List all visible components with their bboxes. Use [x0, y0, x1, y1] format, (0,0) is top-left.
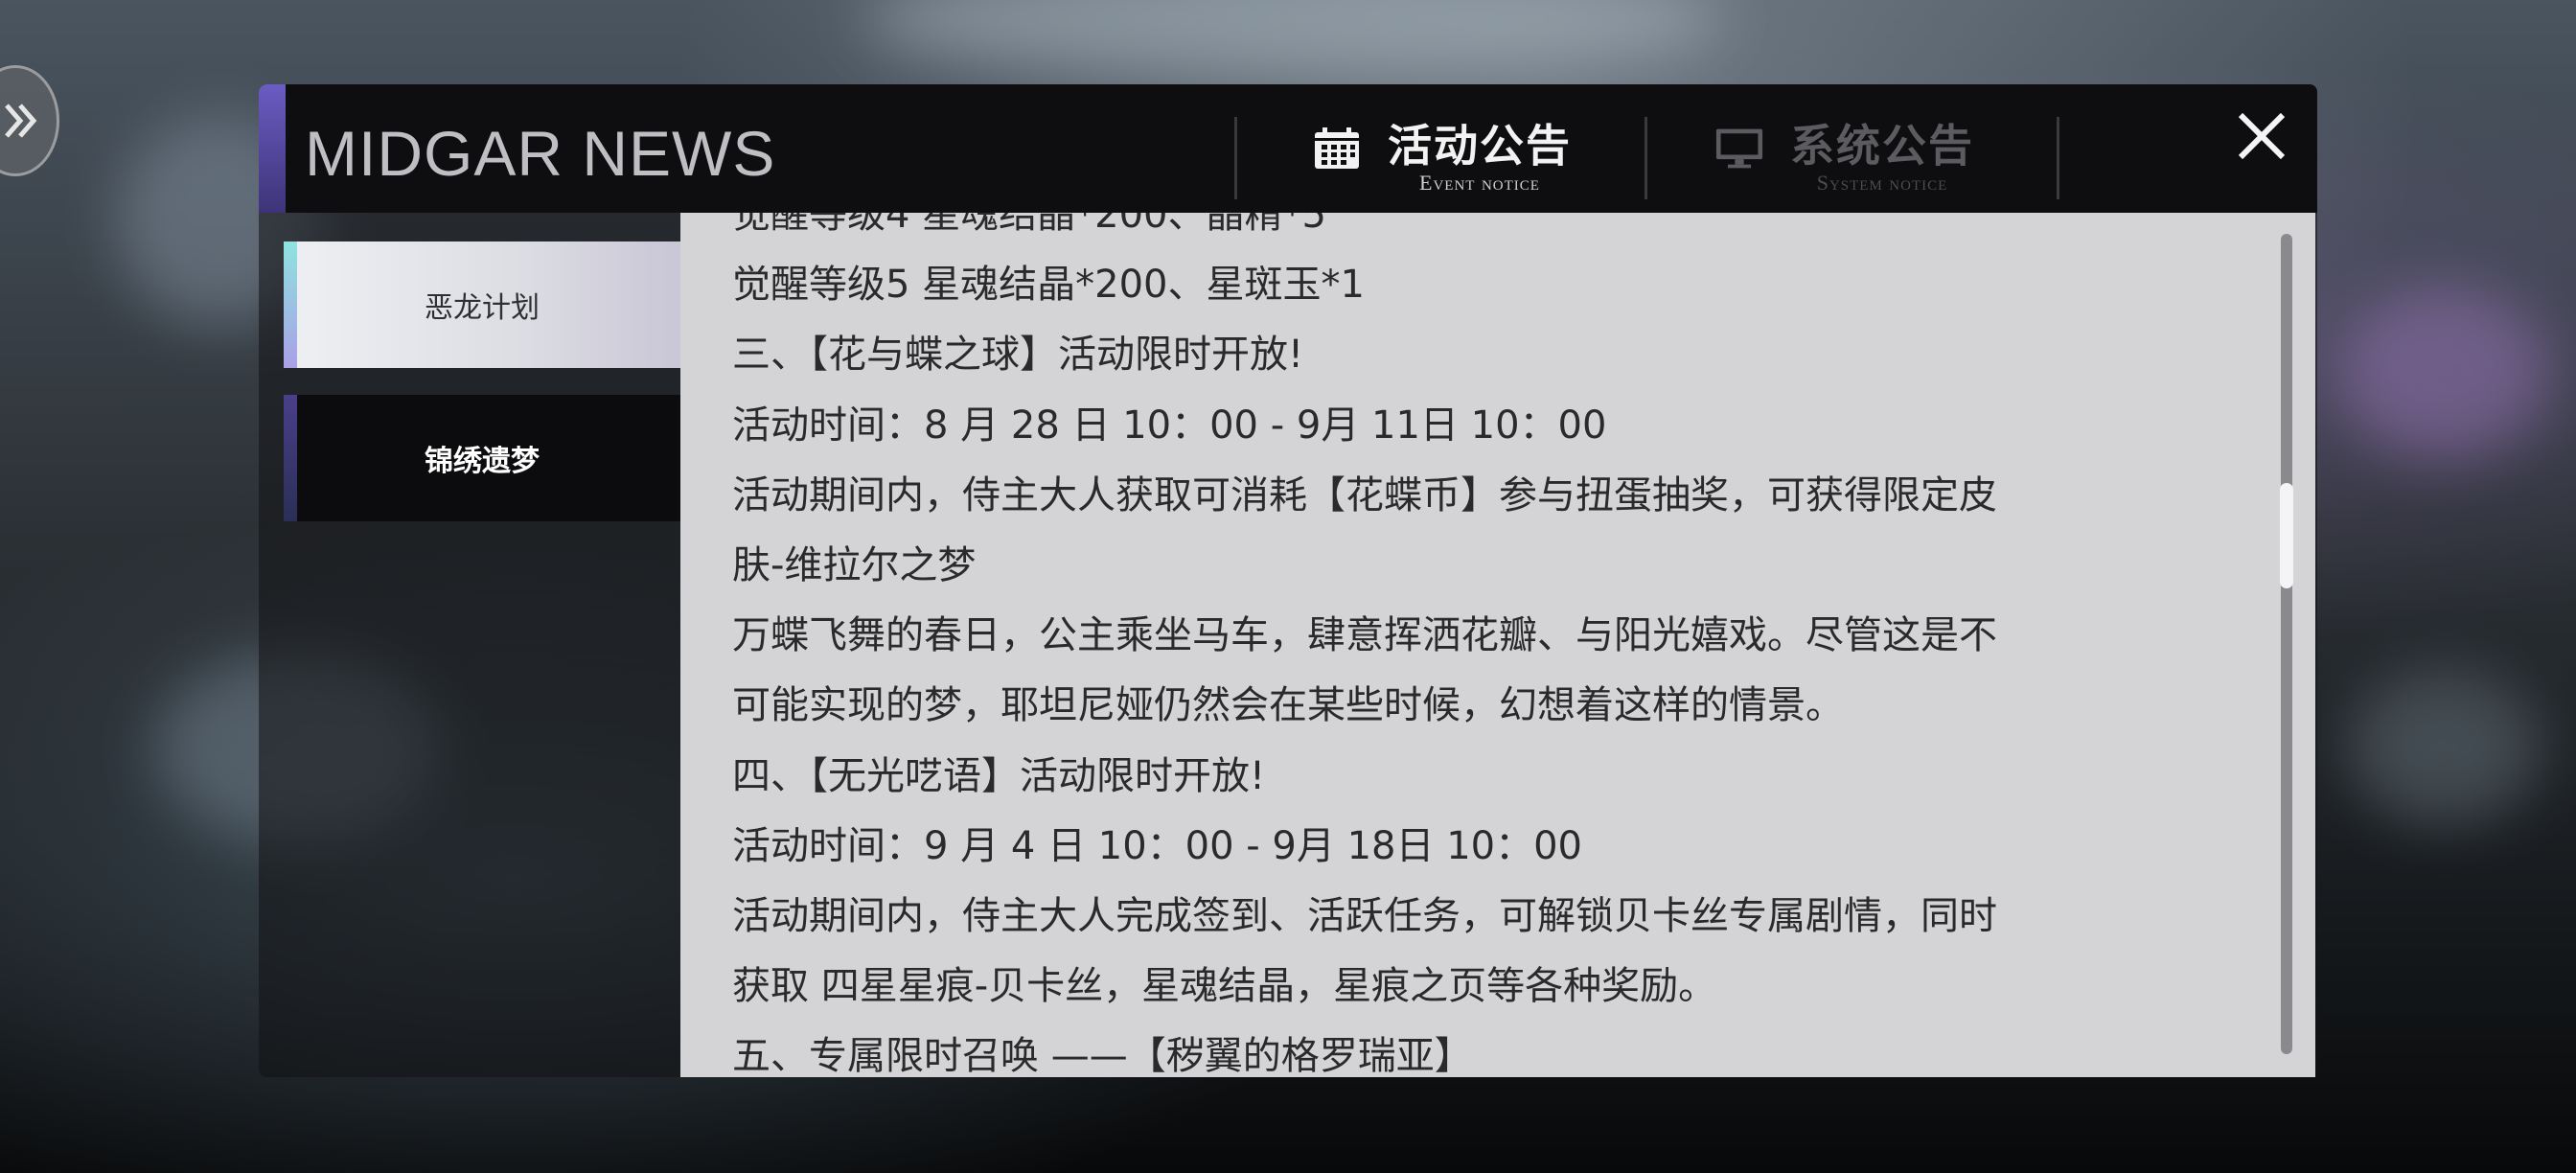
tab-divider — [1234, 117, 1237, 199]
back-button[interactable] — [0, 65, 59, 176]
content-line: 活动期间内，侍主大人完成签到、活跃任务，可解锁贝卡丝专属剧情，同时 — [732, 894, 1997, 939]
news-header: MIDGAR NEWS 活动公告 Event notice 系统公告 Syste… — [259, 84, 2317, 213]
content-line: 肤-维拉尔之梦 — [732, 543, 977, 588]
tab-divider — [1644, 117, 1647, 199]
scrollbar-thumb[interactable] — [2280, 483, 2293, 588]
sidebar-item-brocade-dream[interactable]: 锦绣遗梦 — [284, 395, 680, 521]
sidebar-item-label: 锦绣遗梦 — [425, 445, 540, 478]
calendar-icon — [1315, 127, 1359, 169]
section-heading: 三、【花与蝶之球】活动限时开放! — [732, 333, 1304, 378]
tab-system-notice[interactable]: 系统公告 System notice — [1715, 123, 1974, 203]
header-accent-bar — [259, 84, 286, 213]
page-title: MIDGAR NEWS — [305, 118, 776, 189]
section-heading: 五、专属限时召唤 ——【秽翼的格罗瑞亚】 — [732, 1034, 1473, 1077]
background-blur — [862, 0, 1725, 77]
scrollbar-track[interactable] — [2281, 234, 2292, 1054]
notice-text: 觉醒等级4 星魂结晶*200、晶精*5 觉醒等级5 星魂结晶*200、星斑玉*1… — [732, 213, 2266, 1077]
content-line: 觉醒等级4 星魂结晶*200、晶精*5 — [732, 213, 1326, 237]
sidebar-item-label: 恶龙计划 — [425, 291, 540, 325]
content-line: 获取 四星星痕-贝卡丝，星魂结晶，星痕之页等各种奖励。 — [732, 964, 1717, 1009]
background-blur — [2348, 671, 2540, 824]
content-line: 可能实现的梦，耶坦尼娅仍然会在某些时候，幻想着这样的情景。 — [732, 683, 1844, 728]
content-line: 活动期间内，侍主大人获取可消耗【花蝶币】参与扭蛋抽奖，可获得限定皮 — [732, 472, 1997, 518]
monitor-icon — [1715, 128, 1763, 169]
tab-system-sublabel: System notice — [1816, 171, 1948, 196]
double-chevron-right-icon — [5, 104, 37, 138]
tab-event-notice[interactable]: 活动公告 Event notice — [1313, 123, 1572, 203]
content-line: 觉醒等级5 星魂结晶*200、星斑玉*1 — [732, 263, 1365, 308]
event-time: 活动时间：8 月 28 日 10：00 - 9月 11日 10：00 — [732, 402, 1607, 448]
sidebar-item-stripe — [284, 242, 297, 368]
event-time: 活动时间：9 月 4 日 10：00 - 9月 18日 10：00 — [732, 823, 1582, 868]
sidebar-item-dragon-plan[interactable]: 恶龙计划 — [284, 242, 680, 368]
close-icon[interactable] — [2233, 107, 2290, 165]
content-line: 万蝶飞舞的春日，公主乘坐马车，肆意挥洒花瓣、与阳光嬉戏。尽管这是不 — [732, 613, 1997, 658]
section-heading: 四、【无光呓语】活动限时开放! — [732, 753, 1266, 798]
tab-event-sublabel: Event notice — [1419, 171, 1540, 196]
tab-divider — [2057, 117, 2059, 199]
background-blur — [2338, 288, 2549, 460]
sidebar-item-stripe — [284, 395, 297, 521]
notice-content[interactable]: 觉醒等级4 星魂结晶*200、晶精*5 觉醒等级5 星魂结晶*200、星斑玉*1… — [680, 213, 2315, 1077]
tab-system-label: 系统公告 — [1790, 120, 1974, 172]
tab-event-label: 活动公告 — [1388, 120, 1572, 172]
